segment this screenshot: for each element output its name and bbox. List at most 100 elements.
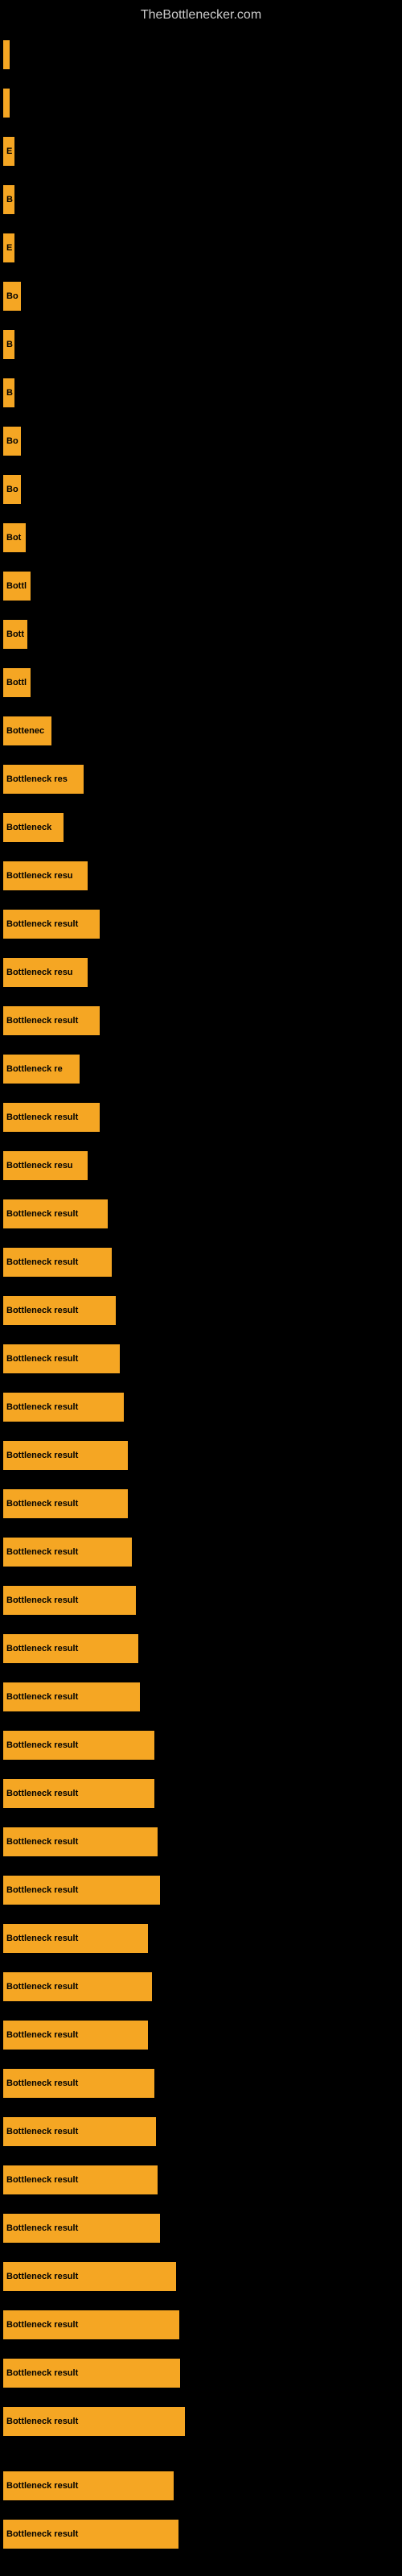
bar-label: Bottleneck result [3,1972,152,2001]
bar-label: Bottleneck result [3,2359,180,2388]
bar-row: B [0,322,402,367]
bar-row: Bottleneck result [0,1723,402,1768]
site-title: TheBottlenecker.com [0,2,402,29]
bar-label: Bottleneck result [3,2021,148,2050]
bar-row: Bottleneck result [0,2254,402,2299]
bar-row: Bottleneck result [0,1385,402,1430]
bar-row: Bottleneck resu [0,853,402,898]
bar-label: Bottleneck result [3,1103,100,1132]
bar-row: Bottleneck result [0,1288,402,1333]
bar-label: Bottleneck result [3,2262,176,2291]
bar-row: Bottleneck result [0,1626,402,1671]
bar-row: Bottleneck result [0,1771,402,1816]
bar-label: Bottleneck result [3,2471,174,2500]
bar-row: Bottleneck result [0,1481,402,1526]
bar-row: Bottleneck result [0,1819,402,1864]
bar-label: Bottleneck result [3,2214,160,2243]
bar-row: Bottenec [0,708,402,753]
bar-label: Bottl [3,572,31,601]
bar-row: Bottleneck result [0,1433,402,1478]
bar-label: Bottleneck result [3,2069,154,2098]
bar-row: Bottleneck result [0,2302,402,2347]
bar-row: Bottleneck resu [0,950,402,995]
bar-label: Bo [3,475,21,504]
bar-label: Bottleneck result [3,1876,160,1905]
bar-label: Bottleneck result [3,1441,128,1470]
bar-row: Bottleneck result [0,1964,402,2009]
bar-label: Bottl [3,668,31,697]
bar-label: B [3,330,14,359]
bar-row: Bottleneck result [0,902,402,947]
bar-row: Bottleneck result [0,2061,402,2106]
bar-label: Bottleneck result [3,1731,154,1760]
bar-label: Bo [3,427,21,456]
bar-label: B [3,185,14,214]
bar-label: Bottleneck result [3,1586,136,1615]
bar-label: B [3,378,14,407]
bar-row: Bottleneck [0,805,402,850]
bar-label: Bottleneck resu [3,861,88,890]
bar-label: Bott [3,620,27,649]
bar-label: Bottleneck result [3,2407,185,2436]
bar-label: Bottleneck resu [3,1151,88,1180]
bar-label: E [3,137,14,166]
bar-row: Bottleneck result [0,1191,402,1236]
bar-row: E [0,129,402,174]
bar-label: Bottleneck [3,813,64,842]
bar-row: Bottleneck result [0,2013,402,2058]
bar-row: Bottleneck result [0,2206,402,2251]
bar-label [3,89,10,118]
bar-row: Bottleneck resu [0,1143,402,1188]
bar-row: B [0,370,402,415]
bar-row: Bottleneck res [0,757,402,802]
bar-row: Bottleneck result [0,1578,402,1623]
bar-label: Bottleneck result [3,1634,138,1663]
bar-label: Bottleneck result [3,1248,112,1277]
bar-label: Bottleneck result [3,1199,108,1228]
bar-row: Bot [0,515,402,560]
bar-row: Bottleneck result [0,2157,402,2202]
bar-label: Bottleneck result [3,1682,140,1711]
bar-row: Bottleneck result [0,1916,402,1961]
bar-label: Bottleneck result [3,1489,128,1518]
bar-row: Bo [0,467,402,512]
bar-row [0,32,402,77]
bar-label: Bot [3,523,26,552]
bar-row: Bottleneck result [0,1868,402,1913]
bar-row: Bottleneck result [0,2399,402,2444]
bar-row: Bo [0,419,402,464]
bar-label: Bottleneck resu [3,958,88,987]
bar-row: Bottleneck result [0,2463,402,2508]
bar-row: Bottleneck result [0,1095,402,1140]
bar-row: Bottleneck result [0,998,402,1043]
bar-label: Bottleneck re [3,1055,80,1084]
bar-row: Bottleneck result [0,1674,402,1719]
bar-label: Bottleneck result [3,2117,156,2146]
bar-label: Bottleneck result [3,1538,132,1567]
bar-row: Bottl [0,564,402,609]
bar-row: Bottleneck result [0,1530,402,1575]
bar-row: Bottleneck result [0,1336,402,1381]
bar-label: Bo [3,282,21,311]
bar-label: Bottleneck result [3,1779,154,1808]
bar-row: Bottleneck result [0,1240,402,1285]
bar-row: Bottleneck result [0,2351,402,2396]
bar-row: Bo [0,274,402,319]
bar-row [0,80,402,126]
bar-label: Bottleneck result [3,910,100,939]
bar-label: Bottleneck result [3,1344,120,1373]
bar-row: B [0,177,402,222]
bar-row: Bottleneck re [0,1046,402,1092]
bar-label: Bottleneck result [3,1296,116,1325]
bar-label [3,40,10,69]
bar-label: Bottleneck result [3,2310,179,2339]
bar-row: Bott [0,612,402,657]
bar-label: Bottleneck result [3,1924,148,1953]
bar-label: Bottleneck result [3,1827,158,1856]
bar-label: Bottleneck result [3,2520,178,2549]
bar-label: Bottleneck result [3,1006,100,1035]
bar-label: E [3,233,14,262]
bar-row: Bottl [0,660,402,705]
bar-label: Bottenec [3,716,51,745]
bar-row: Bottleneck result [0,2512,402,2557]
